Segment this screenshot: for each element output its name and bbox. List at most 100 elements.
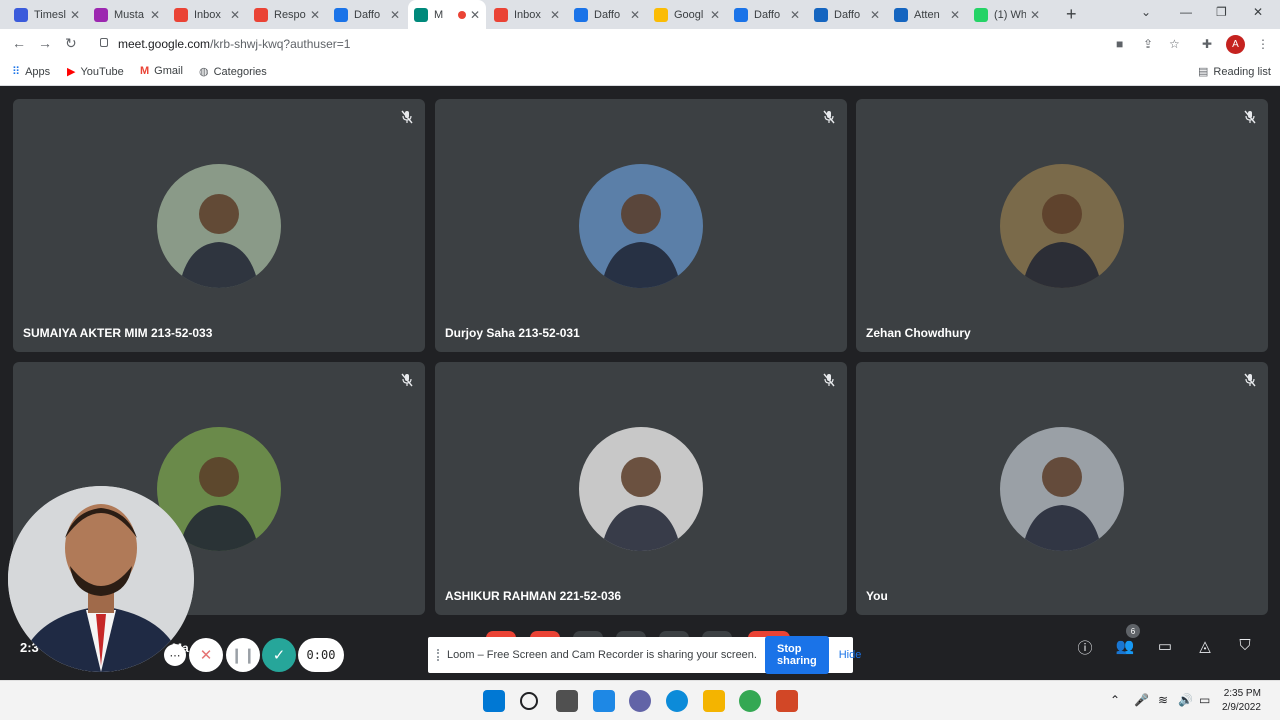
wifi-icon[interactable]: ≋ — [1158, 693, 1168, 707]
bookmark-star-icon[interactable]: ☆ — [1169, 37, 1180, 51]
tab-close-icon[interactable]: ✕ — [870, 8, 880, 22]
browser-tab[interactable]: Daffo ✕ — [808, 0, 886, 29]
bookmark-label: Categories — [213, 65, 267, 78]
recording-dot-icon — [457, 10, 466, 19]
powerpoint-icon[interactable] — [776, 690, 798, 712]
extensions-icon[interactable]: ✚ — [1202, 37, 1212, 51]
profile-avatar[interactable]: A — [1226, 35, 1245, 54]
hide-button[interactable]: Hide — [839, 649, 862, 661]
chrome-icon[interactable] — [739, 690, 761, 712]
bookmark-apps[interactable]: ⠿ Apps — [12, 65, 50, 79]
edge-icon[interactable] — [666, 690, 688, 712]
camera-in-use-icon[interactable]: ■ — [1116, 37, 1123, 51]
minimize-button[interactable]: — — [1180, 5, 1192, 19]
drag-handle-icon[interactable] — [437, 649, 439, 661]
new-tab-button[interactable]: + — [1066, 4, 1077, 25]
host-controls-icon[interactable]: ⛉ — [1234, 637, 1256, 659]
loom-more-icon[interactable]: ⋯ — [164, 644, 186, 666]
tab-close-icon[interactable]: ✕ — [710, 8, 720, 22]
browser-tab[interactable]: Googl ✕ — [648, 0, 726, 29]
browser-tab[interactable]: Daffo ✕ — [568, 0, 646, 29]
lock-icon[interactable] — [100, 38, 108, 47]
tab-favicon-icon — [494, 7, 508, 22]
tab-label: Daffo — [354, 8, 381, 21]
tab-favicon-icon — [894, 7, 908, 22]
tab-close-icon[interactable]: ✕ — [230, 8, 240, 22]
windows-taskbar: ⌃ 🎤 ≋ 🔊 ▭ 2:35 PM 2/9/2022 — [0, 680, 1280, 720]
browser-tab[interactable]: Musta ✕ — [88, 0, 166, 29]
tab-close-icon[interactable]: ✕ — [1030, 8, 1040, 22]
widgets-icon[interactable] — [593, 690, 615, 712]
reload-icon[interactable]: ↻ — [65, 35, 77, 52]
back-icon[interactable]: ← — [12, 35, 26, 51]
browser-tab[interactable]: Timesl ✕ — [8, 0, 86, 29]
loom-finish-icon[interactable]: ✓ — [262, 638, 296, 672]
menu-icon[interactable]: ⋮ — [1257, 37, 1269, 51]
browser-tab[interactable]: Atten ✕ — [888, 0, 966, 29]
tab-close-icon[interactable]: ✕ — [950, 8, 960, 22]
tab-close-icon[interactable]: ✕ — [790, 8, 800, 22]
task-view-icon[interactable] — [556, 690, 578, 712]
tab-favicon-icon — [814, 7, 828, 22]
loom-timer: 0:00 — [298, 638, 344, 672]
people-icon[interactable]: 👥 — [1114, 637, 1136, 659]
tab-close-icon[interactable]: ✕ — [630, 8, 640, 22]
tab-search-icon[interactable]: ⌄ — [1141, 5, 1151, 19]
tray-overflow-icon[interactable]: ⌃ — [1110, 693, 1120, 707]
tab-close-icon[interactable]: ✕ — [470, 8, 480, 22]
tab-close-icon[interactable]: ✕ — [550, 8, 560, 22]
browser-tab[interactable]: Daffo ✕ — [328, 0, 406, 29]
people-count-badge: 6 — [1126, 624, 1140, 638]
teams-chat-icon[interactable] — [629, 690, 651, 712]
bookmark-categories[interactable]: ◍ Categories — [199, 65, 267, 79]
share-message: Loom – Free Screen and Cam Recorder is s… — [447, 649, 757, 661]
browser-tab[interactable]: (1) Wh ✕ — [968, 0, 1046, 29]
stop-sharing-button[interactable]: Stop sharing — [764, 636, 829, 674]
close-window-button[interactable]: ✕ — [1253, 5, 1263, 19]
tab-label: Timesl — [34, 8, 66, 21]
forward-icon[interactable]: → — [38, 35, 52, 51]
system-clock[interactable]: 2:35 PM 2/9/2022 — [1222, 687, 1261, 715]
tab-close-icon[interactable]: ✕ — [390, 8, 400, 22]
tab-close-icon[interactable]: ✕ — [70, 8, 80, 22]
muted-mic-icon — [1243, 110, 1257, 124]
tab-favicon-icon — [14, 7, 28, 22]
browser-tab[interactable]: Respo ✕ — [248, 0, 326, 29]
meeting-info-icon[interactable]: ⓘ — [1074, 637, 1096, 659]
microphone-icon[interactable]: 🎤 — [1134, 693, 1149, 707]
reading-list-button[interactable]: ▤ Reading list — [1198, 65, 1271, 79]
tab-close-icon[interactable]: ✕ — [310, 8, 320, 22]
participant-tile[interactable]: SUMAIYA AKTER MIM 213-52-033 — [13, 99, 425, 352]
bookmark-youtube[interactable]: ▶ YouTube — [67, 65, 124, 79]
participant-tile[interactable]: Zehan Chowdhury — [856, 99, 1268, 352]
participant-name: Durjoy Saha 213-52-031 — [445, 326, 580, 340]
maximize-button[interactable]: ❐ — [1216, 5, 1227, 19]
tab-close-icon[interactable]: ✕ — [150, 8, 160, 22]
volume-icon[interactable]: 🔊 — [1178, 693, 1193, 707]
clock-date: 2/9/2022 — [1222, 702, 1261, 713]
browser-tab[interactable]: Daffo ✕ — [728, 0, 806, 29]
browser-tab[interactable]: Inbox ✕ — [168, 0, 246, 29]
participant-tile[interactable]: You — [856, 362, 1268, 615]
url-bar[interactable]: meet.google.com/krb-shwj-kwq?authuser=1 — [118, 37, 350, 51]
tab-label: Atten — [914, 8, 940, 21]
file-explorer-icon[interactable] — [703, 690, 725, 712]
browser-tab[interactable]: M ✕ — [408, 0, 486, 29]
search-icon[interactable] — [520, 692, 538, 710]
chat-icon[interactable]: ▭ — [1154, 637, 1176, 659]
muted-mic-icon — [400, 110, 414, 124]
tab-favicon-icon — [574, 7, 588, 22]
battery-icon[interactable]: ▭ — [1199, 693, 1210, 707]
participant-tile[interactable]: Durjoy Saha 213-52-031 — [435, 99, 847, 352]
loom-pause-icon[interactable]: ❙❙ — [226, 638, 260, 672]
bookmark-gmail[interactable]: M Gmail — [140, 65, 183, 77]
start-icon[interactable] — [483, 690, 505, 712]
loom-camera-bubble[interactable] — [8, 486, 194, 672]
tab-favicon-icon — [94, 7, 108, 22]
participant-avatar — [579, 427, 703, 551]
participant-tile[interactable]: ASHIKUR RAHMAN 221-52-036 — [435, 362, 847, 615]
browser-tab[interactable]: Inbox ✕ — [488, 0, 566, 29]
activities-icon[interactable]: ◬ — [1194, 637, 1216, 659]
loom-cancel-icon[interactable]: ✕ — [189, 638, 223, 672]
share-icon[interactable]: ⇪ — [1143, 37, 1153, 51]
